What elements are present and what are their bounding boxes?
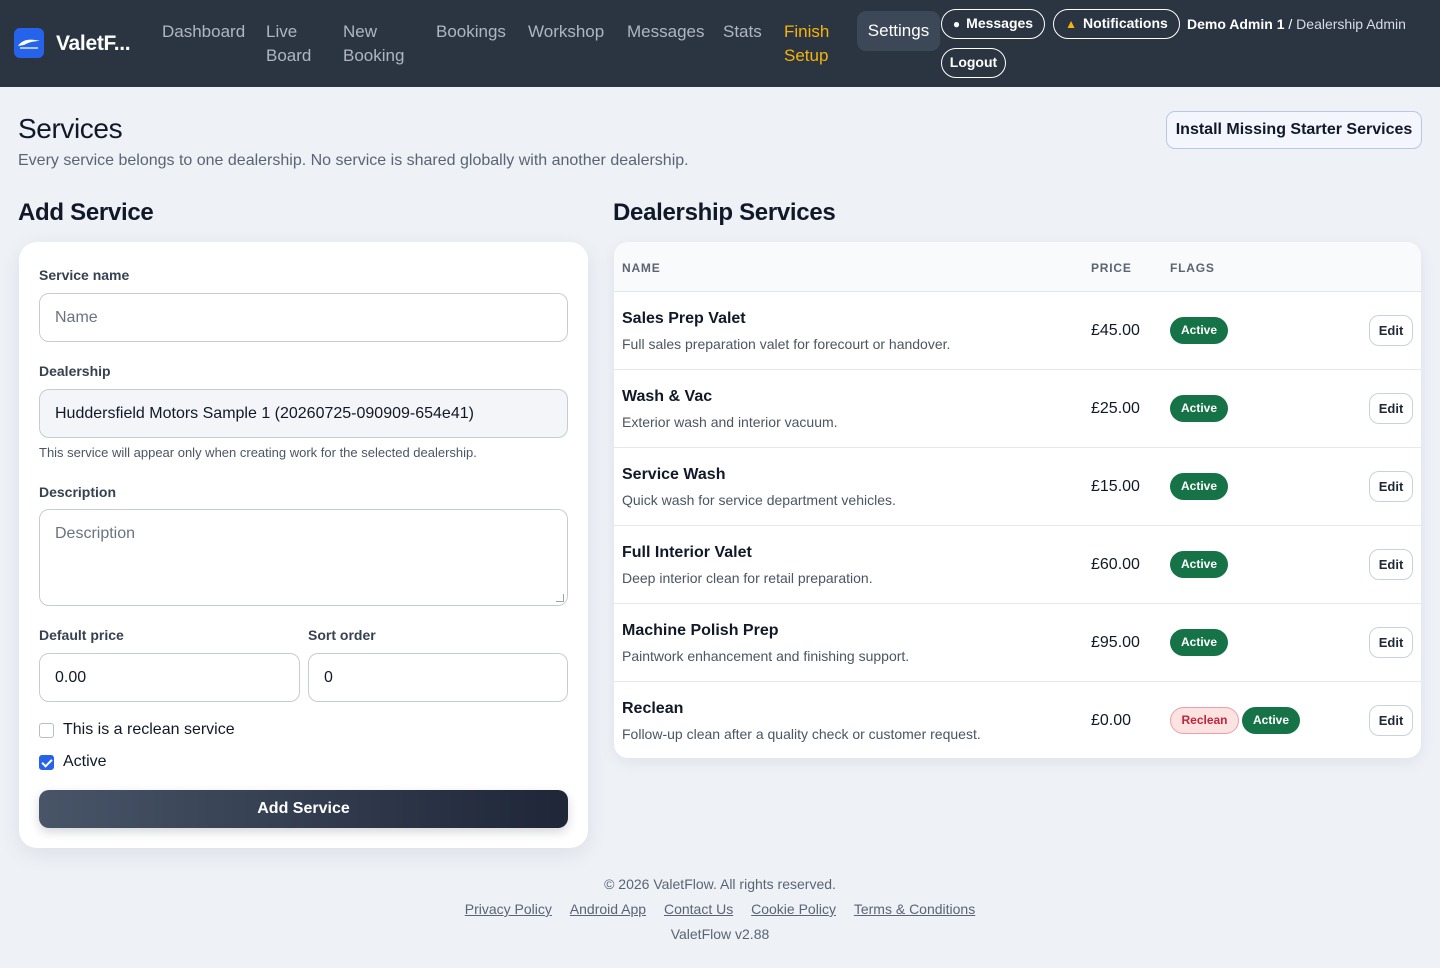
table-row: Service Wash Quick wash for service depa… [614,448,1421,526]
install-starter-services-button[interactable]: Install Missing Starter Services [1166,111,1422,149]
active-badge: Active [1242,707,1300,734]
reclean-checkbox-label[interactable]: This is a reclean service [63,721,235,739]
speech-bubble-icon: ● [952,17,961,31]
footer-link-android-app[interactable]: Android App [570,901,646,917]
table-header: NAME PRICE FLAGS [614,242,1421,292]
dealership-label: Dealership [39,363,111,379]
nav-link-live-board[interactable]: Live Board [266,20,311,68]
dealership-field[interactable]: Huddersfield Motors Sample 1 (20260725-0… [39,389,568,438]
service-name: Reclean [622,700,684,717]
messages-button[interactable]: ● Messages [941,9,1045,39]
edit-button[interactable]: Edit [1369,627,1413,658]
service-name-label: Service name [39,267,130,283]
nav-link-settings[interactable]: Settings [857,11,940,51]
add-service-form: Service name Name Dealership Huddersfiel… [19,242,588,848]
edit-button[interactable]: Edit [1369,549,1413,580]
nav-link-new-booking[interactable]: New Booking [343,20,404,68]
nav-link-messages[interactable]: Messages [627,20,704,44]
current-user: Demo Admin 1 / Dealership Admin [1187,16,1406,32]
sort-order-input[interactable]: 0 [308,653,568,702]
footer-version: ValetFlow v2.88 [670,926,770,942]
table-row: Sales Prep Valet Full sales preparation … [614,292,1421,370]
bell-icon: ▲ [1065,17,1078,31]
service-price: £95.00 [1091,634,1140,651]
edit-button[interactable]: Edit [1369,393,1413,424]
nav-link-dashboard[interactable]: Dashboard [162,20,245,44]
logout-button[interactable]: Logout [941,48,1006,78]
edit-button[interactable]: Edit [1369,471,1413,502]
active-badge: Active [1170,629,1228,656]
footer-link-terms[interactable]: Terms & Conditions [854,901,975,917]
column-header-price: PRICE [1091,261,1132,275]
top-navbar: ValetF... Dashboard Live Board New Booking… [0,0,1440,87]
description-label: Description [39,484,117,500]
reclean-badge: Reclean [1170,707,1239,734]
brand-name[interactable]: ValetF... [56,32,131,56]
footer-link-contact-us[interactable]: Contact Us [664,901,733,917]
service-name: Wash & Vac [622,388,713,405]
car-logo-icon[interactable] [14,28,44,58]
footer-link-privacy-policy[interactable]: Privacy Policy [465,901,552,917]
table-row: Machine Polish Prep Paintwork enhancemen… [614,604,1421,682]
nav-link-stats[interactable]: Stats [723,20,762,44]
notifications-button[interactable]: ▲ Notifications [1053,9,1180,39]
page-title: Services [18,113,123,144]
services-table: NAME PRICE FLAGS Sales Prep Valet Full s… [614,242,1421,758]
active-badge: Active [1170,395,1228,422]
dealership-hint: This service will appear only when creat… [39,445,477,460]
dealership-services-heading: Dealership Services [613,199,836,226]
service-name: Sales Prep Valet [622,310,746,327]
active-badge: Active [1170,317,1228,344]
service-description: Deep interior clean for retail preparati… [622,570,873,586]
service-price: £0.00 [1091,712,1132,729]
footer-copyright: © 2026 ValetFlow. All rights reserved. [604,876,836,892]
edit-button[interactable]: Edit [1369,705,1413,736]
add-service-heading: Add Service [18,199,154,226]
table-row: Wash & Vac Exterior wash and interior va… [614,370,1421,448]
service-description: Exterior wash and interior vacuum. [622,414,838,430]
active-badge: Active [1170,473,1228,500]
page-subtitle: Every service belongs to one dealership.… [18,152,689,169]
column-header-name: NAME [622,261,661,275]
service-price: £45.00 [1091,322,1140,339]
service-name: Machine Polish Prep [622,622,779,639]
footer-links: Privacy Policy Android App Contact Us Co… [0,901,1440,917]
service-name-input[interactable]: Name [39,293,568,342]
active-checkbox-label[interactable]: Active [63,753,107,771]
add-service-button[interactable]: Add Service [39,790,568,828]
service-price: £15.00 [1091,478,1140,495]
nav-link-finish-setup[interactable]: Finish Setup [784,20,829,68]
default-price-input[interactable]: 0.00 [39,653,300,702]
active-checkbox[interactable] [39,755,54,770]
table-row: Reclean Follow-up clean after a quality … [614,682,1421,758]
service-description: Full sales preparation valet for forecou… [622,336,951,352]
service-description: Follow-up clean after a quality check or… [622,726,981,742]
service-description: Quick wash for service department vehicl… [622,492,896,508]
active-badge: Active [1170,551,1228,578]
default-price-label: Default price [39,627,124,643]
description-textarea[interactable]: Description [39,509,568,606]
reclean-checkbox[interactable] [39,723,54,738]
service-name: Service Wash [622,466,726,483]
column-header-flags: FLAGS [1170,261,1215,275]
footer-link-cookie-policy[interactable]: Cookie Policy [751,901,836,917]
service-price: £25.00 [1091,400,1140,417]
nav-link-bookings[interactable]: Bookings [436,20,506,44]
nav-link-workshop[interactable]: Workshop [528,20,604,44]
edit-button[interactable]: Edit [1369,315,1413,346]
table-row: Full Interior Valet Deep interior clean … [614,526,1421,604]
service-price: £60.00 [1091,556,1140,573]
resize-handle[interactable] [556,594,564,602]
sort-order-label: Sort order [308,627,376,643]
service-description: Paintwork enhancement and finishing supp… [622,648,910,664]
service-name: Full Interior Valet [622,544,752,561]
